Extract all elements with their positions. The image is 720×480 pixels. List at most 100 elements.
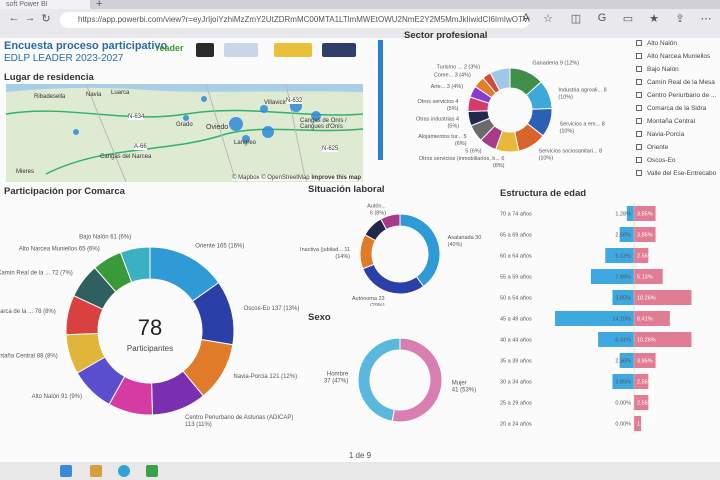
comarca-slice-label: Bajo Nalón 61 (6%): [79, 235, 131, 241]
slicer-item[interactable]: Camín Real de la Mesa: [636, 79, 715, 87]
male-value-label: 5.13%: [615, 254, 631, 260]
settings-icon[interactable]: ⋯: [700, 12, 712, 26]
laboral-slice-label: Inactiva (jubilad... 11: [300, 247, 350, 253]
slicer-item[interactable]: Centro Periurbano de ...: [636, 92, 716, 100]
comarca-slice-label: Centro Periurbano de Asturias (ADICAP): [185, 415, 293, 421]
start-icon[interactable]: [60, 465, 72, 477]
sector-slice-label: 5 (6%): [465, 148, 481, 154]
age-group-label: 45 a 49 años: [500, 317, 532, 323]
map-bubble[interactable]: [183, 115, 189, 121]
report-title: Encuesta proceso participativo: [4, 40, 168, 52]
slicer-item[interactable]: Valle del Ese-Entrecabo: [636, 170, 716, 178]
checkbox-icon[interactable]: [636, 92, 642, 98]
laboral-title: Situación laboral: [308, 184, 385, 195]
map-bubble[interactable]: [73, 129, 79, 135]
sexo-slice-label: 37 (47%): [324, 378, 348, 384]
slicer-item-label: Bajo Nalón: [647, 66, 679, 73]
slicer-item[interactable]: Oscos-Eo: [636, 157, 676, 165]
age-group-label: 65 a 69 años: [500, 233, 532, 239]
excel-icon[interactable]: [146, 465, 158, 477]
sector-slice-label: (10%): [560, 128, 575, 134]
sexo-slice[interactable]: [391, 337, 443, 423]
page-indicator: 1 de 9: [348, 451, 372, 460]
new-tab-button[interactable]: +: [96, 0, 102, 10]
asturias-logo: [224, 43, 258, 57]
forward-icon[interactable]: →: [24, 12, 36, 26]
female-value-label: 2.56%: [637, 380, 653, 386]
comarca-donut[interactable]: Oriente 165 (16%) Oscos-Eo 137 (13%) Navia…: [0, 198, 300, 448]
map-bubble[interactable]: [262, 126, 274, 138]
male-value-label: 2.56%: [615, 359, 631, 365]
edad-pyramid[interactable]: 70 a 74 años 1.28% 3.85% 65 a 69 años 2.56% 3…: [500, 198, 715, 434]
laboral-slice-label: Autónoma 23: [352, 296, 385, 302]
slicer-item[interactable]: Bajo Nalón: [636, 66, 679, 74]
partner-logo-1: [196, 43, 214, 57]
male-value-label: 3.85%: [615, 296, 631, 302]
checkbox-icon[interactable]: [636, 118, 642, 124]
sector-slice-label: (8%): [493, 163, 505, 169]
slicer-item[interactable]: Montaña Central: [636, 118, 695, 126]
female-value-label: 3.85%: [637, 212, 653, 218]
slicer-item[interactable]: Navia-Porcia: [636, 131, 684, 139]
checkbox-icon[interactable]: [636, 53, 642, 59]
slicer-item[interactable]: Alto Narcea Muniellos: [636, 53, 710, 61]
road-line: [45, 128, 363, 175]
map-label: Ribadesella: [34, 94, 66, 100]
extensions-icon[interactable]: ◫: [570, 12, 582, 26]
explorer-icon[interactable]: [90, 465, 102, 477]
female-value-label: 2.56%: [637, 401, 653, 407]
checkbox-icon[interactable]: [636, 40, 642, 46]
slicer-item-label: Montaña Central: [647, 118, 696, 125]
sexo-donut[interactable]: Mujer41 (53%) Hombre37 (47%): [300, 326, 490, 430]
page-navigator[interactable]: 1 de 9: [0, 450, 720, 462]
age-group-label: 55 a 59 años: [500, 275, 532, 281]
profile-icon[interactable]: G: [596, 12, 608, 26]
age-group-label: 60 a 64 años: [500, 254, 532, 260]
laboral-slice-label: Autón...: [367, 204, 386, 210]
checkbox-icon[interactable]: [636, 170, 642, 176]
favorite-icon[interactable]: ☆: [542, 12, 554, 26]
slicer-item[interactable]: Alto Nalón: [636, 40, 677, 48]
taskbar: [0, 462, 720, 480]
male-value-label: 14.10%: [612, 317, 631, 323]
improve-map-link[interactable]: Improve this map: [311, 175, 361, 181]
sexo-slice[interactable]: [357, 337, 401, 422]
slicer-item[interactable]: Comarca de la Sidra: [636, 105, 706, 113]
refresh-icon[interactable]: ↻: [40, 12, 52, 26]
sector-slice-label: Servicios sociosanitari... 8: [538, 148, 602, 154]
sector-slice-label: Ganadería 9 (12%): [532, 60, 579, 66]
sector-slice-label: (5%): [447, 123, 459, 129]
read-aloud-icon[interactable]: A: [520, 12, 532, 26]
map-bubble[interactable]: [260, 105, 268, 113]
checkbox-icon[interactable]: [636, 131, 642, 137]
checkbox-icon[interactable]: [636, 144, 642, 150]
female-value-label: 3.85%: [637, 359, 653, 365]
laboral-donut[interactable]: Asalariada 30(40%) Autónoma 23(29%) Inacti…: [300, 198, 490, 306]
checkbox-icon[interactable]: [636, 79, 642, 85]
sector-donut[interactable]: Ganadería 9 (12%)Industria agroali... 8(…: [392, 40, 632, 180]
female-value-label: 3.85%: [637, 233, 653, 239]
address-bar[interactable]: https://app.powerbi.com/view?r=eyJrIjoiY…: [60, 12, 530, 28]
checkbox-icon[interactable]: [636, 157, 642, 163]
checkbox-icon[interactable]: [636, 66, 642, 72]
laboral-slice[interactable]: [399, 213, 441, 288]
favorites-bar-icon[interactable]: ★: [648, 12, 660, 26]
back-icon[interactable]: ←: [8, 12, 20, 26]
laboral-slice[interactable]: [359, 234, 377, 270]
laboral-slice[interactable]: [362, 263, 425, 295]
female-value-label: 5.13%: [637, 275, 653, 281]
browser-tab[interactable]: soft Power BI: [0, 0, 90, 9]
collections-icon[interactable]: ▭: [622, 12, 634, 26]
edge-icon[interactable]: [118, 465, 130, 477]
slicer-item-label: Navia-Porcia: [647, 131, 685, 138]
slicer-item[interactable]: Oriente: [636, 144, 668, 152]
comarca-slice-label: Alto Narcea Muniellos 65 (6%): [19, 246, 100, 252]
map-bubble[interactable]: [229, 117, 243, 131]
residence-map[interactable]: Ribadesella Navia Luarca Villaviciosa Gr…: [6, 84, 363, 182]
map-label: Grado: [176, 122, 193, 128]
sexo-slice-label: Mujer: [452, 381, 467, 387]
share-icon[interactable]: ⇪: [674, 12, 686, 26]
map-bubble[interactable]: [201, 96, 207, 102]
checkbox-icon[interactable]: [636, 105, 642, 111]
report-canvas: Encuesta proceso participativo EDLP LEAD…: [0, 30, 720, 450]
